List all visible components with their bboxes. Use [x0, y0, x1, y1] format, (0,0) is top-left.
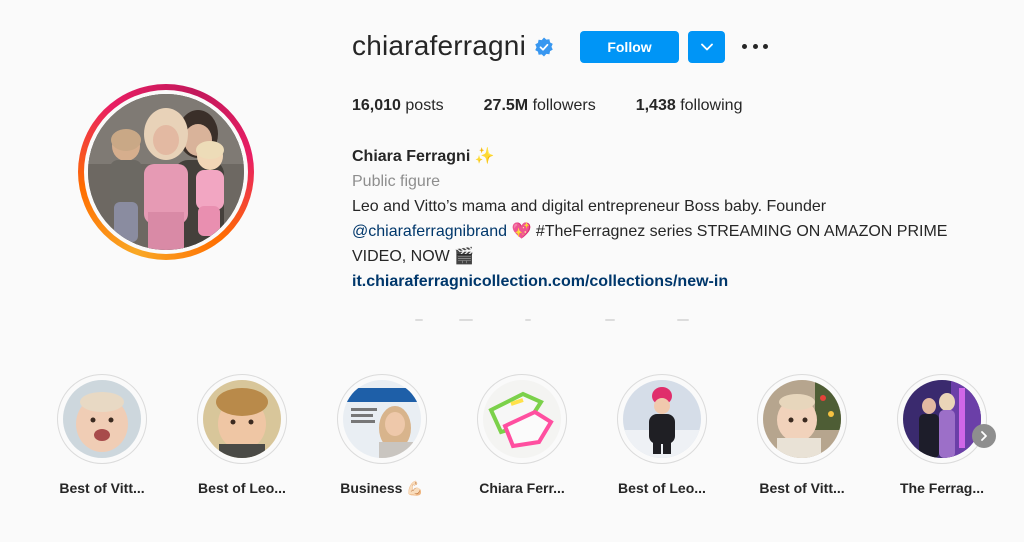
- highlight-cover-ring: [757, 374, 847, 464]
- bio-line-3: VIDEO, NOW 🎬: [352, 244, 992, 269]
- faded-mutual-followers: [415, 317, 695, 323]
- dot: [763, 43, 768, 49]
- highlight-label: Best of Leo...: [618, 480, 706, 496]
- highlight-item[interactable]: Best of Vitt...: [52, 374, 152, 496]
- highlight-item[interactable]: Best of Leo...: [192, 374, 292, 496]
- baby-girl-photo-icon: [63, 380, 141, 458]
- full-name: Chiara Ferragni: [352, 148, 471, 165]
- highlight-cover: [483, 380, 561, 458]
- highlight-label: Best of Vitt...: [59, 480, 145, 496]
- follow-button[interactable]: Follow: [580, 31, 679, 63]
- highlight-cover: [903, 380, 981, 458]
- chevron-right-icon: [981, 431, 987, 441]
- following-link[interactable]: 1,438 following: [636, 97, 743, 115]
- highlight-cover: [343, 380, 421, 458]
- highlight-cover: [623, 380, 701, 458]
- profile-photo-illustration: [88, 94, 244, 250]
- boy-snow-photo-icon: [623, 380, 701, 458]
- posts-count: 16,010 posts: [352, 97, 444, 115]
- following-value: 1,438: [635, 97, 676, 114]
- bio-line-2: @chiaraferragnibrand 💖 #TheFerragnez ser…: [352, 219, 992, 244]
- highlight-cover-ring: [897, 374, 987, 464]
- highlight-label: The Ferrag...: [899, 480, 985, 496]
- profile-bio: Chiara Ferragni ✨ Public figure Leo and …: [352, 144, 992, 294]
- dot: [742, 43, 747, 49]
- highlight-cover: [63, 380, 141, 458]
- boy-photo-icon: [203, 380, 281, 458]
- profile-avatar[interactable]: [88, 94, 244, 250]
- category-label: Public figure: [352, 173, 441, 190]
- bio-line-3-text: VIDEO, NOW: [352, 248, 450, 265]
- highlights-next-button[interactable]: [972, 424, 996, 448]
- highlight-cover-ring: [197, 374, 287, 464]
- avatar-border: [84, 90, 248, 254]
- story-highlights: Best of Vitt... Best of Leo... Business …: [52, 374, 1002, 504]
- highlight-cover: [203, 380, 281, 458]
- highlight-cover-ring: [477, 374, 567, 464]
- heart-icon: 💖: [511, 223, 532, 240]
- website-link[interactable]: it.chiaraferragnicollection.com/collecti…: [352, 273, 728, 290]
- highlight-cover-ring: [617, 374, 707, 464]
- highlight-cover-ring: [57, 374, 147, 464]
- posts-value: 16,010: [352, 97, 401, 114]
- highlight-item[interactable]: Best of Leo...: [612, 374, 712, 496]
- highlight-cover: [763, 380, 841, 458]
- magazine-cover-photo-icon: [343, 380, 421, 458]
- chevron-down-icon: [700, 43, 713, 51]
- baby-girl-photo-2-icon: [763, 380, 841, 458]
- highlight-label: Business 💪🏻: [340, 480, 424, 496]
- highlight-item[interactable]: Business 💪🏻: [332, 374, 432, 497]
- username: chiaraferragni: [352, 30, 526, 61]
- posts-label: posts: [405, 97, 444, 114]
- bio-line-2-text: #TheFerragnez series STREAMING ON AMAZON…: [535, 223, 948, 240]
- dot: [752, 43, 758, 49]
- brand-mention-link[interactable]: @chiaraferragnibrand: [352, 223, 507, 240]
- highlight-label: Best of Vitt...: [759, 480, 845, 496]
- event-photo-icon: [903, 380, 981, 458]
- highlight-label: Best of Leo...: [198, 480, 286, 496]
- highlight-cover-ring: [337, 374, 427, 464]
- bio-name-line: Chiara Ferragni ✨: [352, 144, 992, 169]
- followers-link[interactable]: 27.5M followers: [484, 97, 596, 115]
- highlight-label: Chiara Ferr...: [479, 480, 565, 496]
- highlight-item[interactable]: Chiara Ferr...: [472, 374, 572, 496]
- sparkles-icon: ✨: [474, 148, 495, 165]
- following-label: following: [680, 97, 743, 114]
- clapper-board-icon: 🎬: [454, 248, 475, 265]
- highlight-item[interactable]: Best of Vitt...: [752, 374, 852, 496]
- more-options-icon[interactable]: [742, 36, 768, 56]
- profile-avatar-ring[interactable]: [78, 84, 254, 260]
- website-row: it.chiaraferragnicollection.com/collecti…: [352, 269, 992, 294]
- verified-badge-icon: [535, 37, 553, 57]
- username-row: chiaraferragni: [352, 30, 554, 62]
- followers-value: 27.5M: [483, 97, 529, 114]
- bio-line-1: Leo and Vitto’s mama and digital entrepr…: [352, 198, 827, 215]
- followers-label: followers: [532, 97, 596, 114]
- sneakers-photo-icon: [483, 380, 561, 458]
- suggested-accounts-button[interactable]: [688, 31, 725, 63]
- profile-stats: 16,010 posts 27.5M followers 1,438 follo…: [352, 97, 782, 115]
